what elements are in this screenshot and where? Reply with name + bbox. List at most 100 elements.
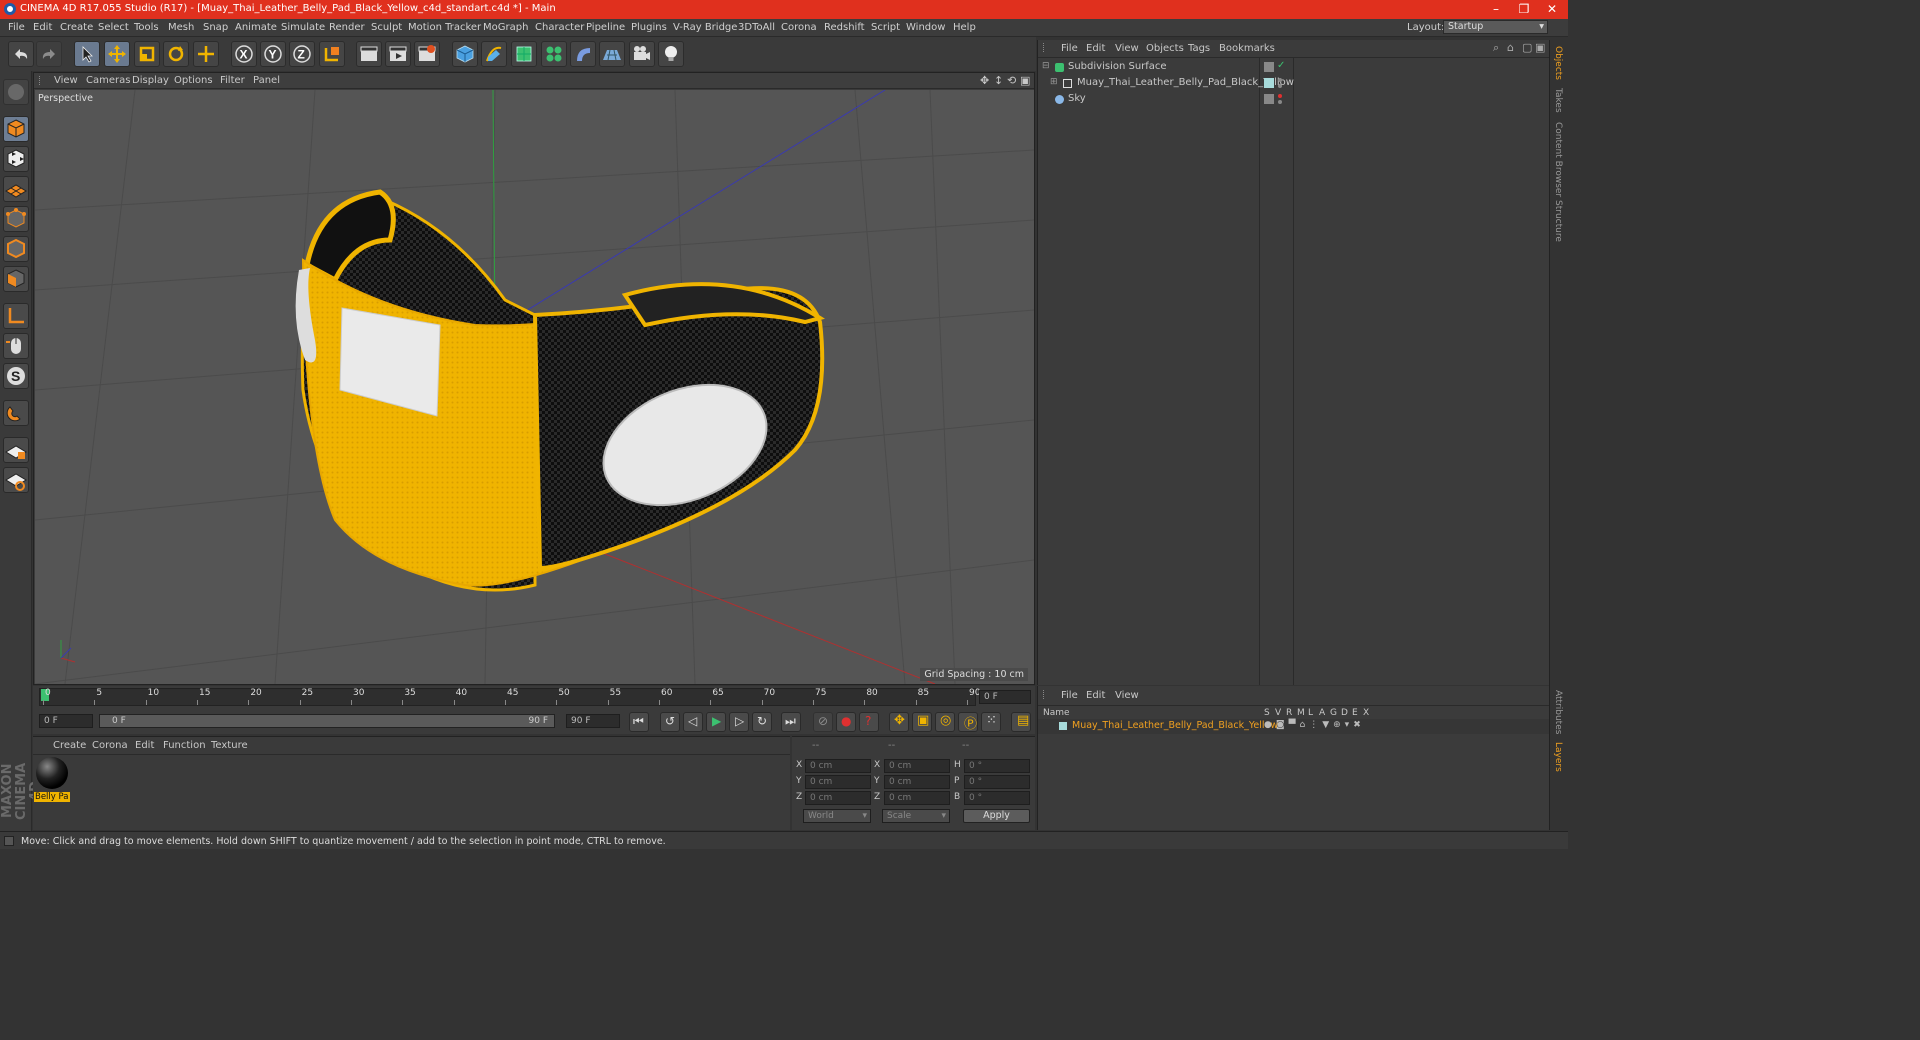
menu-redshift[interactable]: Redshift — [824, 22, 865, 33]
viewport-menu-cameras[interactable]: Cameras — [86, 75, 130, 86]
x-axis-button[interactable]: X — [231, 41, 257, 67]
home-icon[interactable]: ⌂ — [1507, 41, 1514, 54]
tab-layers[interactable]: Layers — [1553, 742, 1563, 772]
preview-range-slider[interactable]: 0 F 90 F — [99, 714, 555, 728]
coord-value-field[interactable]: 0 ° — [964, 791, 1030, 805]
viewport-maximize-icon[interactable]: ▣ — [1020, 74, 1030, 87]
coord-value-field[interactable]: 0 cm — [805, 759, 871, 773]
viewport-menu-options[interactable]: Options — [174, 75, 213, 86]
viewport-canvas[interactable]: Perspective Grid Spacing : 10 cm — [35, 90, 1034, 684]
menu-animate[interactable]: Animate — [235, 22, 277, 33]
lock-workplane-button[interactable] — [3, 437, 29, 463]
menu-pipeline[interactable]: Pipeline — [586, 22, 625, 33]
panel-options-icon[interactable]: ▢ — [1522, 41, 1532, 54]
layer-column-header[interactable]: M — [1297, 708, 1305, 718]
viewport-pan-icon[interactable]: ✥ — [980, 74, 989, 87]
menu-tools[interactable]: Tools — [134, 22, 159, 33]
move-tool-button[interactable] — [104, 41, 130, 67]
layers-menu-file[interactable]: File — [1061, 690, 1078, 701]
light-button[interactable] — [658, 41, 684, 67]
maximize-icon[interactable]: ❐ — [1510, 2, 1538, 17]
key-parameter-button[interactable]: Ⓟ — [958, 712, 978, 732]
previous-frame-button[interactable]: ◁ — [683, 712, 703, 732]
coord-value-field[interactable]: 0 cm — [884, 775, 950, 789]
layer-column-header[interactable]: D — [1341, 708, 1348, 718]
menu-edit[interactable]: Edit — [33, 22, 52, 33]
object-row-subdivision[interactable]: ⊟ Subdivision Surface ✓ — [1038, 60, 1549, 75]
tab-structure[interactable]: Structure — [1553, 200, 1563, 242]
layer-column-header[interactable]: X — [1363, 708, 1369, 718]
record-active-button[interactable]: ⊘ — [813, 712, 833, 732]
object-row-belly-pad[interactable]: ⊞ Muay_Thai_Leather_Belly_Pad_Black_Yell… — [1038, 76, 1549, 91]
layer-column-header[interactable]: A — [1319, 708, 1325, 718]
visibility-render-dot[interactable] — [1278, 84, 1282, 88]
coord-scale-dropdown[interactable]: Scale ▾ — [882, 809, 950, 823]
spline-pen-button[interactable] — [481, 41, 507, 67]
menu-file[interactable]: File — [8, 22, 25, 33]
key-position-button[interactable]: ✥ — [889, 712, 909, 732]
viewport-rotate-icon[interactable]: ⟲ — [1007, 74, 1016, 87]
make-editable-button[interactable] — [3, 79, 29, 105]
viewport-zoom-icon[interactable]: ↕ — [994, 74, 1003, 87]
layer-column-header[interactable]: G — [1330, 708, 1337, 718]
tweak-mode-button[interactable] — [3, 333, 29, 359]
autokey-button[interactable]: ● — [836, 712, 856, 732]
layer-row[interactable]: Muay_Thai_Leather_Belly_Pad_Black_Yellow… — [1038, 719, 1549, 734]
next-frame-button[interactable]: ▷ — [729, 712, 749, 732]
subdivision-surface-button[interactable] — [511, 41, 537, 67]
menu-select[interactable]: Select — [98, 22, 129, 33]
coord-value-field[interactable]: 0 ° — [964, 775, 1030, 789]
menu-script[interactable]: Script — [871, 22, 900, 33]
deformer-button[interactable] — [570, 41, 596, 67]
visibility-render-dot[interactable] — [1278, 100, 1282, 104]
search-icon[interactable]: ⌕ — [1493, 41, 1499, 55]
menu-mesh[interactable]: Mesh — [168, 22, 194, 33]
layers-menu-view[interactable]: View — [1115, 690, 1139, 701]
mograph-cloner-button[interactable] — [541, 41, 567, 67]
render-settings-button[interactable] — [414, 41, 440, 67]
visibility-editor-dot[interactable] — [1278, 78, 1282, 82]
previous-key-button[interactable]: ↺ — [660, 712, 680, 732]
objects-menu-file[interactable]: File — [1061, 43, 1078, 54]
timeline-window-button[interactable]: ▤ — [1011, 712, 1031, 732]
tab-objects[interactable]: Objects — [1553, 46, 1563, 80]
key-pla-button[interactable]: ⁙ — [981, 712, 1001, 732]
current-frame-field[interactable]: 0 F — [979, 690, 1031, 704]
viewport-menu-panel[interactable]: Panel — [253, 75, 280, 86]
render-picture-viewer-button[interactable] — [385, 41, 411, 67]
go-to-start-button[interactable]: ⏮ — [629, 712, 649, 732]
material-menu-function[interactable]: Function — [163, 740, 206, 751]
material-menu-create[interactable]: Create — [53, 740, 86, 751]
tab-content-browser[interactable]: Content Browser — [1553, 122, 1563, 197]
go-to-end-button[interactable]: ⏭ — [781, 712, 801, 732]
magnet-button[interactable] — [3, 400, 29, 426]
redo-button[interactable] — [36, 41, 62, 67]
camera-button[interactable] — [629, 41, 655, 67]
object-row-sky[interactable]: Sky — [1038, 92, 1549, 107]
apply-button[interactable]: Apply — [963, 809, 1030, 823]
minimize-icon[interactable]: – — [1482, 2, 1510, 17]
coord-value-field[interactable]: 0 cm — [884, 759, 950, 773]
snapping-button[interactable]: S — [3, 363, 29, 389]
menu-character[interactable]: Character — [535, 22, 584, 33]
tab-attributes[interactable]: Attributes — [1553, 690, 1563, 734]
menu-corona[interactable]: Corona — [781, 22, 817, 33]
rotate-tool-button[interactable] — [163, 41, 189, 67]
material-menu-edit[interactable]: Edit — [135, 740, 154, 751]
viewport-menu-view[interactable]: View — [54, 75, 78, 86]
play-button[interactable]: ▶ — [706, 712, 726, 732]
keyframe-selection-button[interactable]: ? — [859, 712, 879, 732]
menu-render[interactable]: Render — [329, 22, 365, 33]
menu-mograph[interactable]: MoGraph — [483, 22, 528, 33]
texture-mode-button[interactable] — [3, 146, 29, 172]
menu-simulate[interactable]: Simulate — [281, 22, 325, 33]
menu-plugins[interactable]: Plugins — [631, 22, 667, 33]
menu-motion-tracker[interactable]: Motion Tracker — [408, 22, 481, 33]
key-rotation-button[interactable]: ◎ — [935, 712, 955, 732]
floor-button[interactable] — [599, 41, 625, 67]
layers-menu-edit[interactable]: Edit — [1086, 690, 1105, 701]
menu-3dtoall[interactable]: 3DToAll — [738, 22, 775, 33]
layer-toggle-icons[interactable]: ●◙▀⌂⋮▼⊕▾✖ — [1264, 720, 1365, 730]
viewport-menu-filter[interactable]: Filter — [220, 75, 245, 86]
layer-column-header[interactable]: L — [1308, 708, 1313, 718]
